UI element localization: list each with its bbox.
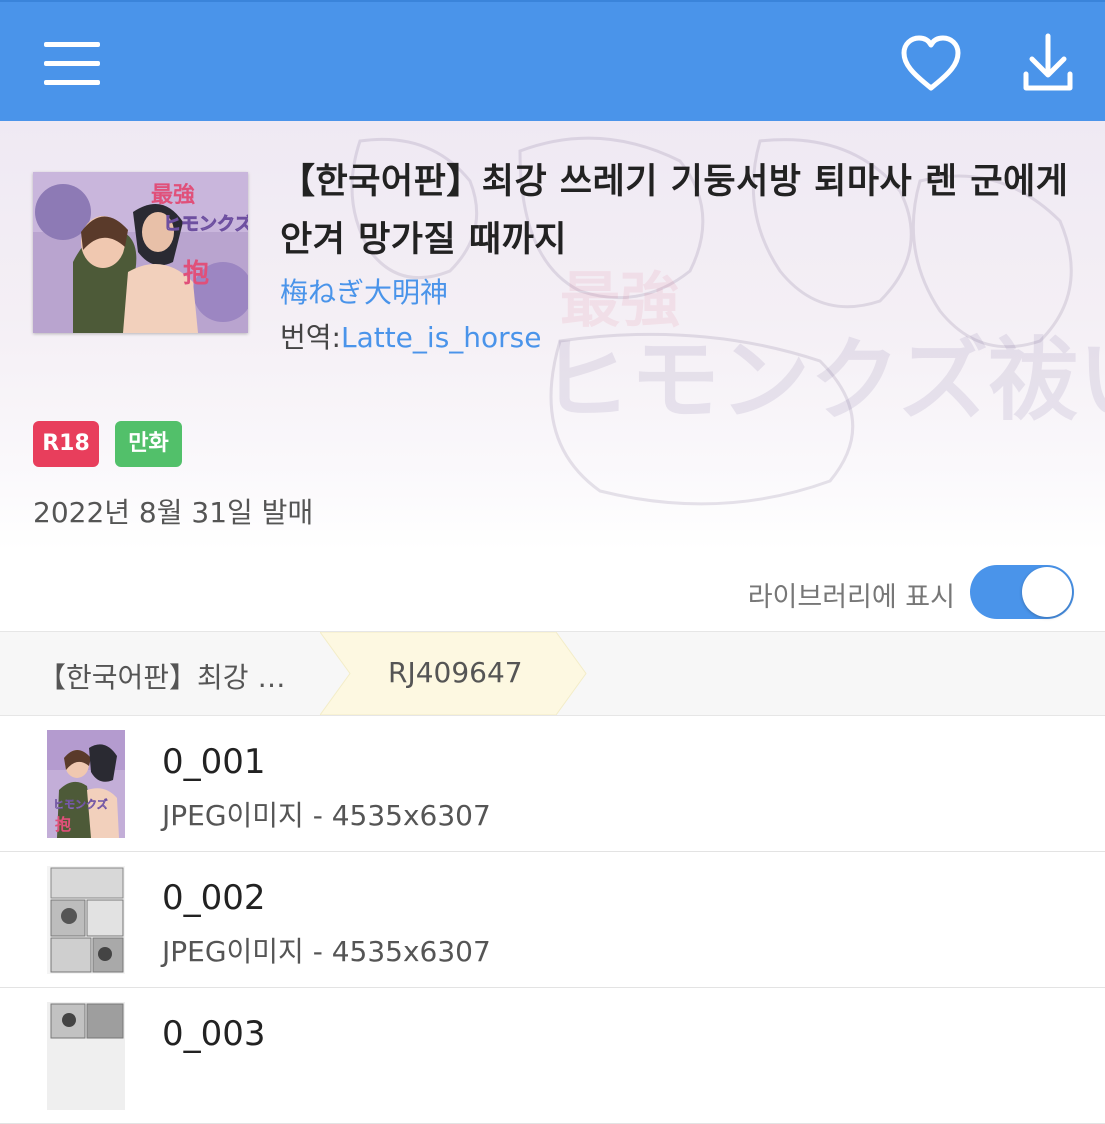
toggle-knob	[1022, 567, 1072, 617]
file-meta: JPEG이미지 - 4535x6307	[162, 935, 491, 968]
tag-badge-r18[interactable]: R18	[33, 421, 99, 467]
translator-link[interactable]: Latte_is_horse	[341, 321, 542, 354]
file-row[interactable]: 0_003	[0, 988, 1105, 1124]
author-link[interactable]: 梅ねぎ大明神	[280, 271, 448, 311]
file-name: 0_001	[162, 742, 266, 782]
breadcrumb-label: RJ409647	[388, 656, 523, 689]
file-name: 0_002	[162, 878, 266, 918]
file-thumbnail	[47, 1002, 125, 1110]
library-toggle-label: 라이브러리에 표시	[747, 582, 955, 613]
library-setting-row: 라이브러리에 표시	[0, 551, 1105, 631]
file-row[interactable]: 0_002 JPEG이미지 - 4535x6307	[0, 852, 1105, 988]
cover-image[interactable]: 最強 ヒモンクズ 抱	[33, 172, 248, 333]
download-icon[interactable]	[1014, 30, 1082, 96]
work-header: ヒモンクズ祓い屋 最強 最強 ヒモンクズ 抱 【한국어판】최강 쓰레기 기둥서방…	[0, 121, 1105, 551]
svg-text:最強: 最強	[151, 182, 195, 208]
breadcrumb-label: 【한국어판】최강 …	[38, 661, 286, 694]
app-bar	[0, 0, 1105, 121]
translator-line: 번역:Latte_is_horse	[280, 316, 541, 356]
translator-label: 번역:	[280, 321, 341, 354]
breadcrumb-item-folder[interactable]: RJ409647	[320, 632, 590, 715]
svg-text:ヒモンクズ: ヒモンクズ	[163, 213, 248, 235]
work-title: 【한국어판】최강 쓰레기 기둥서방 퇴마사 렌 군에게 안겨 망가질 때까지	[280, 162, 1069, 260]
library-toggle[interactable]	[970, 565, 1074, 619]
svg-text:最強: 最強	[560, 266, 680, 336]
file-name: 0_003	[162, 1014, 266, 1054]
release-date: 2022년 8월 31일 발매	[33, 496, 314, 529]
file-list: ヒモンクズ 抱 0_001 JPEG이미지 - 4535x6307 0_002 …	[0, 716, 1105, 1124]
file-row[interactable]: ヒモンクズ 抱 0_001 JPEG이미지 - 4535x6307	[0, 716, 1105, 852]
breadcrumb-item-work[interactable]: 【한국어판】최강 …	[0, 632, 330, 715]
file-thumbnail: ヒモンクズ 抱	[47, 730, 125, 838]
svg-text:ヒモンクズ: ヒモンクズ	[53, 797, 108, 811]
tag-badge-manga[interactable]: 만화	[115, 421, 182, 467]
svg-text:抱: 抱	[183, 259, 209, 289]
file-meta: JPEG이미지 - 4535x6307	[162, 799, 491, 832]
svg-text:抱: 抱	[55, 815, 71, 834]
menu-icon[interactable]	[40, 38, 104, 90]
breadcrumb: 【한국어판】최강 … RJ409647	[0, 631, 1105, 716]
heart-icon[interactable]	[898, 32, 964, 94]
svg-text:ヒモンクズ祓い屋: ヒモンクズ祓い屋	[540, 328, 1105, 433]
file-thumbnail	[47, 866, 125, 974]
